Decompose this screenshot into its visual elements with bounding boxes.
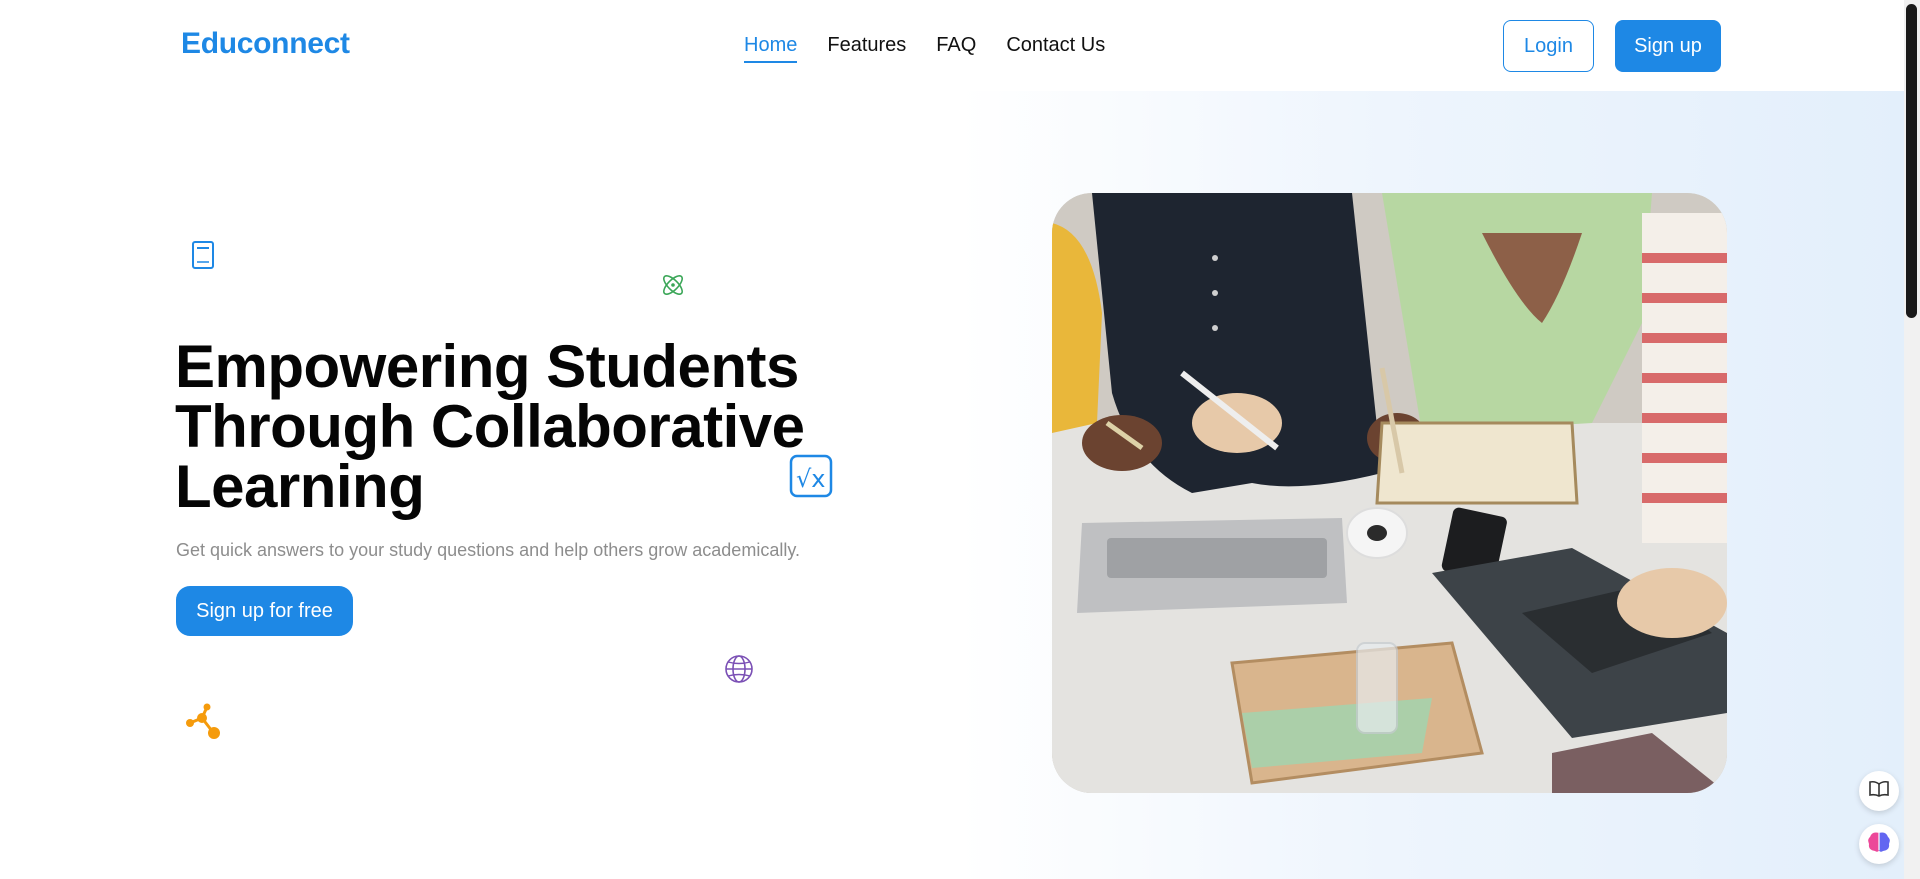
molecule-icon — [184, 701, 224, 746]
hero-title-line-1: Empowering Students — [175, 333, 799, 400]
ai-assistant-button[interactable] — [1859, 824, 1899, 864]
book-open-icon — [1869, 780, 1889, 803]
scrollbar[interactable] — [1904, 0, 1920, 879]
brand-logo[interactable]: Educonnect — [181, 27, 350, 61]
hero-title-line-3: Learning — [175, 453, 425, 520]
brain-icon — [1866, 830, 1892, 859]
login-button[interactable]: Login — [1503, 20, 1594, 72]
students-photo — [1052, 193, 1727, 793]
nav-links: Home Features FAQ Contact Us — [744, 34, 1135, 63]
nav-link-faq[interactable]: FAQ — [936, 34, 976, 63]
signup-free-button[interactable]: Sign up for free — [176, 586, 353, 636]
signup-button[interactable]: Sign up — [1615, 20, 1721, 72]
hero-image — [1052, 193, 1727, 793]
nav-link-contact[interactable]: Contact Us — [1006, 34, 1105, 63]
hero-title-line-2: Through Collaborative — [175, 393, 805, 460]
globe-icon — [724, 654, 754, 689]
hero-subtitle: Get quick answers to your study question… — [176, 540, 800, 560]
scrollbar-thumb[interactable] — [1906, 4, 1917, 318]
reader-button[interactable] — [1859, 771, 1899, 811]
nav-link-features[interactable]: Features — [827, 34, 906, 63]
navbar: Educonnect Home Features FAQ Contact Us … — [0, 0, 1904, 91]
hero-title: Empowering Students Through Collaborativ… — [175, 337, 875, 517]
atom-icon — [659, 271, 687, 304]
nav-link-home[interactable]: Home — [744, 34, 798, 63]
book-icon — [190, 240, 216, 275]
